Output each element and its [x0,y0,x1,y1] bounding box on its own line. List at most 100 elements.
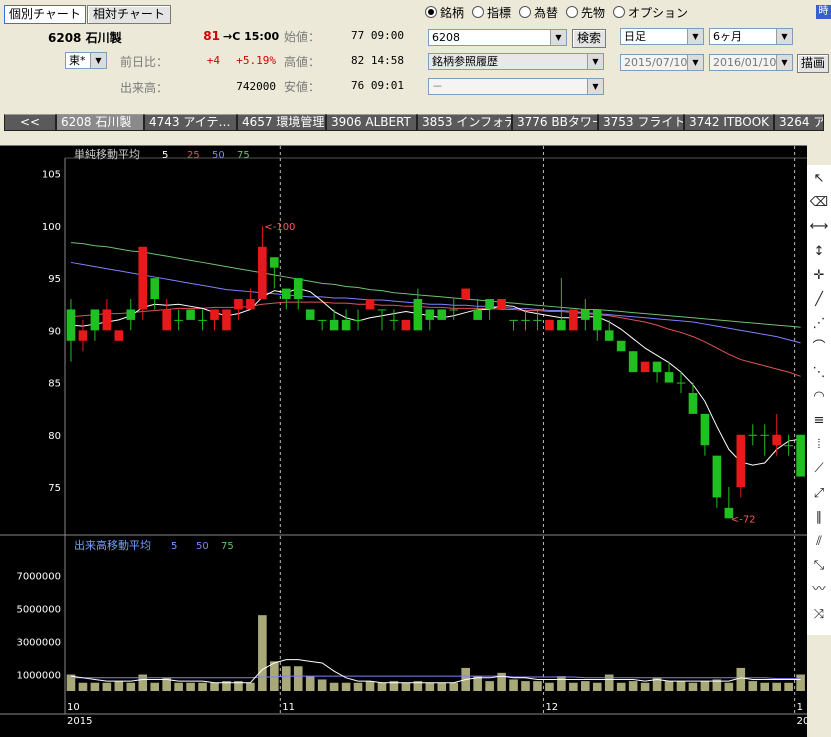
radio-dot-icon [425,6,437,18]
candle-body [66,309,76,341]
cursor-icon[interactable]: ↖ [809,169,829,189]
exchange-select[interactable]: 東* ▼ [65,52,107,69]
volume-bar [485,681,494,691]
x-tick-label: 11 [282,702,295,713]
parallel-line-icon[interactable]: ⫽ [809,532,829,552]
chevron-down-icon: ▼ [587,54,603,69]
stock-tab[interactable]: 3264 アス [774,114,824,131]
chevron-down-icon: ▼ [776,55,792,70]
draw-button[interactable]: 描画 [797,54,829,73]
stock-tab[interactable]: 6208 石川製 [56,114,144,131]
candle-body [437,309,447,320]
stock-tab[interactable]: 4657 環境管理 [237,114,326,131]
chevron-down-icon: ▼ [90,53,106,68]
candle-body [533,319,542,321]
horizontal-line-icon[interactable]: ⟷ [809,217,829,237]
candle-body [664,372,674,383]
candle-body [305,309,315,320]
candle-body [545,319,554,331]
y-tick-label: 100 [42,222,61,233]
radio-dot-icon [566,6,578,18]
stock-tab[interactable]: 3753 フライト [598,114,684,131]
volume-label: 出来高： [120,81,169,95]
gann-line-icon[interactable]: ⟋ [809,459,829,479]
span-value: 6ヶ月 [713,30,742,43]
price-legend-period: 25 [187,150,200,161]
eraser-icon[interactable]: ⌫ [809,193,829,213]
interval-value: 日足 [624,30,646,43]
candle-body [150,278,160,299]
search-button[interactable]: 検索 [572,29,606,48]
fibonacci-time-icon[interactable]: ⦙ [809,435,829,455]
candle-body [712,455,722,498]
volume-bar [748,681,758,691]
trend-line-icon[interactable]: ╱ [809,290,829,310]
radio-futures[interactable]: 先物 [566,4,605,21]
stock-code-select[interactable]: 6208 ▼ [428,29,567,46]
stock-code-value: 6208 [432,31,460,44]
stock-tab[interactable]: 3776 BBタワー [512,114,598,131]
cross-line-icon[interactable]: ✛ [809,266,829,286]
arc-icon[interactable]: ⌒ [809,338,829,358]
interval-select[interactable]: 日足 ▼ [620,28,704,45]
stock-tab[interactable]: 3742 ITBOOK [684,114,774,131]
from-date-select[interactable]: 2015/07/10 ▼ [620,54,704,71]
channel-icon[interactable]: ∥ [809,508,829,528]
radio-options[interactable]: オプション [613,4,688,21]
fibonacci-arc-icon[interactable]: ◠ [809,387,829,407]
stock-chart[interactable]: 10 11 12 1 2015 2016 105 100 95 90 85 80 75 7000000 50… [0,146,807,737]
volume-bar [664,681,674,691]
gann-fan-icon[interactable]: ⤢ [809,484,829,504]
low-value: 76 09:01 [351,79,404,92]
regression-icon[interactable]: ⤡ [809,556,829,576]
history-select[interactable]: 銘柄参照履歴 ▼ [428,53,604,70]
radio-index[interactable]: 指標 [472,4,511,21]
x-tick-label: 12 [545,702,558,713]
ma50-line [70,261,801,344]
volume-legend-period: 75 [221,541,234,552]
candle-body [329,319,339,331]
candle-body [581,309,590,320]
tab-individual-chart[interactable]: 個別チャート [4,5,86,24]
candle-body [246,299,255,310]
exchange-value: 東* [69,54,86,67]
stock-tab[interactable]: 3853 インフォテリ [417,114,512,131]
tab-scroll-left[interactable]: << [4,114,56,131]
radio-stock[interactable]: 銘柄 [425,4,464,21]
tab-relative-chart[interactable]: 相対チャート [87,5,171,24]
fibonacci-fan-icon[interactable]: ⋱ [809,363,829,383]
chart-area[interactable]: 10 11 12 1 2015 2016 105 100 95 90 85 80 75 7000000 50… [0,145,807,737]
volume-bar [497,672,506,691]
volume-bar [533,681,542,691]
to-date-select[interactable]: 2016/01/10 ▼ [709,54,793,71]
volume-bar [592,682,602,691]
radio-label: オプション [628,6,689,20]
stock-tab[interactable]: 3906 ALBERT [326,114,417,131]
year-label: 2015 [67,716,92,727]
sub-select[interactable]: － ▼ [428,78,604,95]
volume-bar [437,682,447,691]
candle-body [569,309,578,331]
volume-bar [700,681,710,691]
fibonacci-retracement-icon[interactable]: ≡ [809,411,829,431]
corner-button[interactable]: 時 [816,5,831,19]
volume-bar [150,682,160,691]
volume-bar [557,676,566,691]
vertical-line-icon[interactable]: ↕ [809,242,829,262]
pattern-icon[interactable]: ⤨ [809,605,829,625]
candle-body [796,434,805,477]
price-legend-title: 単純移動平均 [74,147,140,161]
candle-body [449,309,459,311]
fan-line-icon[interactable]: ⋰ [809,314,829,334]
volume-bar [317,679,327,691]
year-label: 2016 [797,716,807,727]
elliott-wave-icon[interactable]: 〰 [809,580,829,600]
radio-forex[interactable]: 為替 [519,4,558,21]
span-select[interactable]: 6ヶ月 ▼ [709,28,793,45]
candle-body [174,319,183,321]
candle-body [138,246,148,310]
candle-body [700,413,710,446]
volume-tick-label: 1000000 [16,671,61,682]
candle-body [592,309,602,331]
stock-tab[interactable]: 4743 アイテ… [144,114,237,131]
